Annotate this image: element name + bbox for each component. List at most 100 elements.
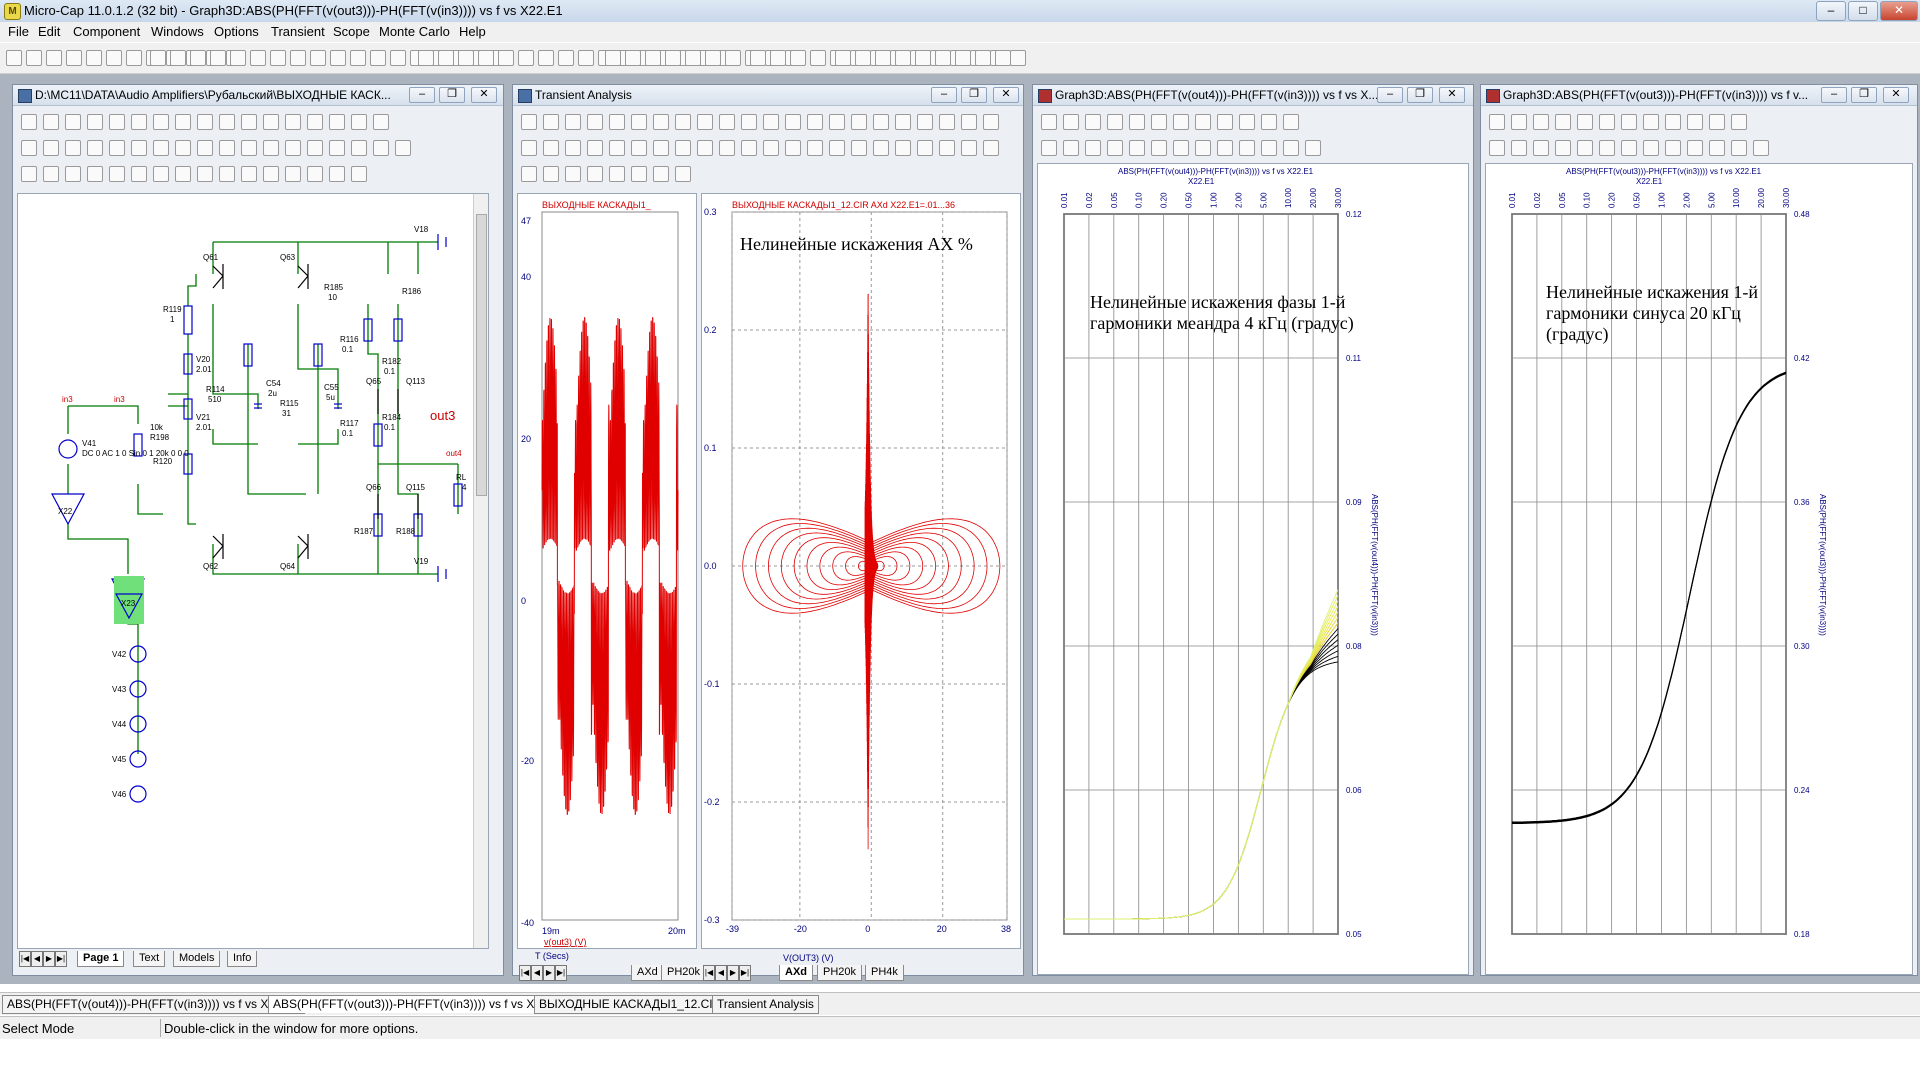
window-tool-icon[interactable] bbox=[131, 166, 147, 182]
toolbar-tool-icon-78[interactable] bbox=[995, 50, 1011, 66]
window-tool-icon[interactable] bbox=[1195, 114, 1211, 130]
window-tool-icon[interactable] bbox=[109, 166, 125, 182]
window-tool-icon[interactable] bbox=[1533, 140, 1549, 156]
window-tool-icon[interactable] bbox=[1217, 114, 1233, 130]
window-tool-icon[interactable] bbox=[631, 166, 647, 182]
window-tool-icon[interactable] bbox=[785, 114, 801, 130]
window-tab-transient[interactable]: Transient Analysis bbox=[712, 995, 819, 1014]
window-tool-icon[interactable] bbox=[873, 140, 889, 156]
window-tool-icon[interactable] bbox=[241, 140, 257, 156]
menu-file[interactable]: File bbox=[8, 24, 29, 39]
toolbar-tool-icon-58[interactable] bbox=[790, 50, 806, 66]
toolbar-tool-icon-32[interactable] bbox=[458, 50, 474, 66]
schematic-scroll-thumb[interactable] bbox=[476, 214, 487, 496]
page-nav-next[interactable]: ▶ bbox=[43, 951, 55, 967]
window-tool-icon[interactable] bbox=[1261, 140, 1277, 156]
window-tool-icon[interactable] bbox=[1107, 140, 1123, 156]
window-tool-icon[interactable] bbox=[43, 114, 59, 130]
window-tool-icon[interactable] bbox=[939, 140, 955, 156]
window-tool-icon[interactable] bbox=[917, 114, 933, 130]
schematic-close-button[interactable]: ✕ bbox=[471, 87, 497, 103]
window-tool-icon[interactable] bbox=[153, 166, 169, 182]
page-nav-last[interactable]: ▶| bbox=[55, 951, 67, 967]
window-tool-icon[interactable] bbox=[1305, 140, 1321, 156]
window-tool-icon[interactable] bbox=[373, 114, 389, 130]
transient-left-nav-first[interactable]: |◀ bbox=[519, 965, 531, 981]
window-tool-icon[interactable] bbox=[1217, 140, 1233, 156]
toolbar-tool-icon-70[interactable] bbox=[835, 50, 851, 66]
window-tool-icon[interactable] bbox=[1687, 140, 1703, 156]
menu-edit[interactable]: Edit bbox=[38, 24, 60, 39]
transient-restore-button[interactable]: ❐ bbox=[961, 87, 987, 103]
window-tool-icon[interactable] bbox=[631, 114, 647, 130]
window-tool-icon[interactable] bbox=[21, 166, 37, 182]
tab-info[interactable]: Info bbox=[227, 951, 258, 967]
window-tool-icon[interactable] bbox=[1173, 140, 1189, 156]
window-tab-schematic[interactable]: ВЫХОДНЫЕ КАСКАДЫ1_12.CIR bbox=[534, 995, 727, 1014]
window-tool-icon[interactable] bbox=[153, 114, 169, 130]
window-tool-icon[interactable] bbox=[1599, 140, 1615, 156]
window-tool-icon[interactable] bbox=[21, 140, 37, 156]
window-tool-icon[interactable] bbox=[521, 114, 537, 130]
window-tool-icon[interactable] bbox=[1511, 140, 1527, 156]
window-tool-icon[interactable] bbox=[917, 140, 933, 156]
window-tool-icon[interactable] bbox=[373, 140, 389, 156]
schematic-restore-button[interactable]: ❐ bbox=[439, 87, 465, 103]
toolbar-tool-icon-77[interactable] bbox=[975, 50, 991, 66]
tab-page-1[interactable]: Page 1 bbox=[77, 951, 125, 967]
window-tool-icon[interactable] bbox=[1555, 114, 1571, 130]
graph3d-out4-plot-pane[interactable]: ABS(PH(FFT(v(out4)))-PH(FFT(v(in3)))) vs… bbox=[1037, 163, 1469, 975]
close-button[interactable]: ✕ bbox=[1880, 1, 1918, 21]
window-tool-icon[interactable] bbox=[873, 114, 889, 130]
transient-xy-plot[interactable]: ВЫХОДНЫЕ КАСКАДЫ1_12.CIR AXd X22.E1=.01.… bbox=[702, 194, 1020, 948]
window-tool-icon[interactable] bbox=[719, 140, 735, 156]
graph3d-out3-plot-pane[interactable]: ABS(PH(FFT(v(out3)))-PH(FFT(v(in3)))) vs… bbox=[1485, 163, 1913, 975]
window-tool-icon[interactable] bbox=[851, 140, 867, 156]
window-tool-icon[interactable] bbox=[285, 140, 301, 156]
transient-xy-plot-pane[interactable]: ВЫХОДНЫЕ КАСКАДЫ1_12.CIR AXd X22.E1=.01.… bbox=[701, 193, 1021, 949]
window-tool-icon[interactable] bbox=[587, 140, 603, 156]
window-tool-icon[interactable] bbox=[1643, 140, 1659, 156]
toolbar-tool-icon-75[interactable] bbox=[935, 50, 951, 66]
toolbar-tool-icon-6[interactable] bbox=[126, 50, 142, 66]
toolbar-tool-icon-1[interactable] bbox=[26, 50, 42, 66]
window-tool-icon[interactable] bbox=[1151, 114, 1167, 130]
window-tool-icon[interactable] bbox=[197, 114, 213, 130]
window-tool-icon[interactable] bbox=[43, 140, 59, 156]
window-tool-icon[interactable] bbox=[307, 140, 323, 156]
transient-right-nav-first[interactable]: |◀ bbox=[703, 965, 715, 981]
window-tool-icon[interactable] bbox=[219, 140, 235, 156]
window-tool-icon[interactable] bbox=[565, 140, 581, 156]
toolbar-tool-icon-2[interactable] bbox=[46, 50, 62, 66]
window-tool-icon[interactable] bbox=[1173, 114, 1189, 130]
window-tool-icon[interactable] bbox=[565, 166, 581, 182]
window-tool-icon[interactable] bbox=[1283, 140, 1299, 156]
window-tool-icon[interactable] bbox=[175, 114, 191, 130]
window-tool-icon[interactable] bbox=[587, 114, 603, 130]
window-tool-icon[interactable] bbox=[87, 114, 103, 130]
toolbar-tool-icon-30[interactable] bbox=[418, 50, 434, 66]
toolbar-tool-icon-3[interactable] bbox=[66, 50, 82, 66]
schematic-vertical-scrollbar[interactable] bbox=[473, 194, 488, 948]
window-tool-icon[interactable] bbox=[285, 114, 301, 130]
menu-scope[interactable]: Scope bbox=[333, 24, 370, 39]
toolbar-tool-icon-31[interactable] bbox=[438, 50, 454, 66]
window-tool-icon[interactable] bbox=[329, 140, 345, 156]
window-tool-icon[interactable] bbox=[329, 166, 345, 182]
window-tool-icon[interactable] bbox=[697, 140, 713, 156]
window-tool-icon[interactable] bbox=[263, 166, 279, 182]
transient-left-tab-axd[interactable]: AXd bbox=[631, 965, 664, 981]
window-tool-icon[interactable] bbox=[351, 114, 367, 130]
menu-help[interactable]: Help bbox=[459, 24, 486, 39]
window-tool-icon[interactable] bbox=[675, 140, 691, 156]
window-tool-icon[interactable] bbox=[1085, 114, 1101, 130]
menu-options[interactable]: Options bbox=[214, 24, 259, 39]
window-tool-icon[interactable] bbox=[1489, 114, 1505, 130]
window-tool-icon[interactable] bbox=[131, 114, 147, 130]
toolbar-tool-icon-51[interactable] bbox=[705, 50, 721, 66]
graph3d-out3-restore-button[interactable]: ❐ bbox=[1851, 87, 1877, 103]
window-tool-icon[interactable] bbox=[109, 114, 125, 130]
window-tool-icon[interactable] bbox=[763, 140, 779, 156]
window-tool-icon[interactable] bbox=[1731, 140, 1747, 156]
toolbar-tool-icon-59[interactable] bbox=[810, 50, 826, 66]
